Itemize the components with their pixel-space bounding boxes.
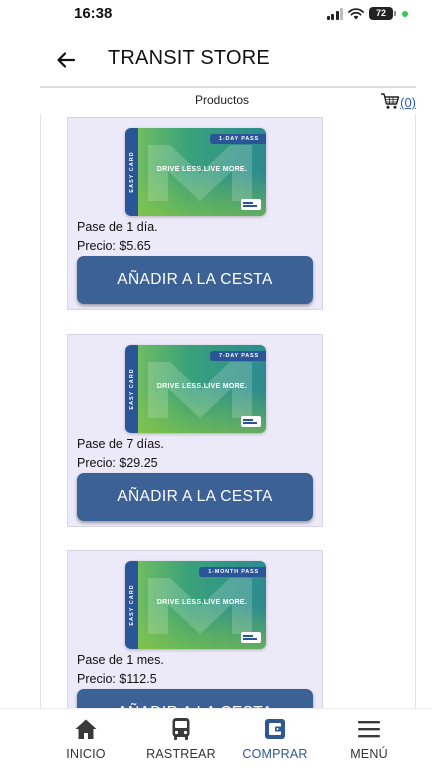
pass-type-label: 7-DAY PASS <box>210 351 266 361</box>
pass-side-text: EASY CARD <box>128 368 135 410</box>
wifi-icon <box>348 7 364 19</box>
pass-side-stripe: EASY CARD <box>125 561 138 649</box>
pass-slogan: DRIVE LESS.LIVE MORE. <box>156 166 248 173</box>
product-price: Precio: $29.25 <box>77 456 158 470</box>
cart-link[interactable]: (0) <box>380 92 416 110</box>
product-card-1-day: EASY CARD 1-DAY PASS DRIVE LESS.LIVE MOR… <box>67 117 323 310</box>
nav-item-inicio[interactable]: INICIO <box>38 717 134 761</box>
cart-count: (0) <box>400 95 416 110</box>
pass-side-stripe: EASY CARD <box>125 345 138 433</box>
product-price: Precio: $5.65 <box>77 239 151 253</box>
product-price: Precio: $112.5 <box>77 672 157 686</box>
product-name: Pase de 1 día. <box>77 220 158 234</box>
product-card-1-month: EASY CARD 1-MONTH PASS DRIVE LESS.LIVE M… <box>67 550 323 708</box>
transit-logo-icon <box>241 632 261 643</box>
m-logo-graphic <box>148 362 252 418</box>
camera-indicator-dot <box>402 10 408 17</box>
product-list[interactable]: EASY CARD 1-DAY PASS DRIVE LESS.LIVE MOR… <box>40 114 416 708</box>
product-card-7-day: EASY CARD 7-DAY PASS DRIVE LESS.LIVE MOR… <box>67 334 323 527</box>
pass-side-stripe: EASY CARD <box>125 128 138 216</box>
nav-item-menu[interactable]: MENÚ <box>321 717 417 761</box>
back-arrow-icon[interactable] <box>52 46 80 74</box>
pass-card-image: EASY CARD 1-MONTH PASS DRIVE LESS.LIVE M… <box>125 561 266 649</box>
pass-side-text: EASY CARD <box>128 151 135 193</box>
pass-side-text: EASY CARD <box>128 584 135 626</box>
products-subheader: Productos (0) <box>40 88 416 114</box>
nav-item-rastrear[interactable]: RASTREAR <box>133 717 229 761</box>
page-title: TRANSIT STORE <box>108 47 270 69</box>
status-icons: 72 <box>326 7 408 20</box>
nav-label-menu: MENÚ <box>350 747 388 761</box>
battery-icon: 72 <box>369 7 396 20</box>
m-logo-graphic <box>148 578 252 634</box>
pass-card-image: EASY CARD 7-DAY PASS DRIVE LESS.LIVE MOR… <box>125 345 266 433</box>
nav-label-comprar: COMPRAR <box>242 747 308 761</box>
transit-logo-icon <box>241 416 261 427</box>
product-name: Pase de 7 días. <box>77 437 164 451</box>
add-to-cart-button[interactable]: AÑADIR A LA CESTA <box>77 473 313 521</box>
status-bar: 16:38 72 <box>0 0 432 30</box>
add-to-cart-button[interactable]: AÑADIR A LA CESTA <box>77 689 313 708</box>
m-logo-graphic <box>148 145 252 201</box>
cellular-signal-icon <box>326 7 343 20</box>
transit-logo-icon <box>241 199 261 210</box>
pass-slogan: DRIVE LESS.LIVE MORE. <box>156 599 248 606</box>
bus-icon <box>172 718 190 740</box>
app-header: TRANSIT STORE <box>0 30 432 86</box>
product-name: Pase de 1 mes. <box>77 653 164 667</box>
menu-icon <box>358 721 380 738</box>
pass-type-label: 1-MONTH PASS <box>199 567 266 577</box>
nav-label-rastrear: RASTREAR <box>146 747 216 761</box>
pass-type-label: 1-DAY PASS <box>210 134 266 144</box>
bottom-nav: INICIO RASTREAR COMPRAR MENÚ <box>0 708 432 768</box>
nav-label-inicio: INICIO <box>66 747 106 761</box>
shopping-cart-icon <box>381 93 400 109</box>
home-icon <box>75 719 97 739</box>
subheader-title: Productos <box>194 93 250 107</box>
add-to-cart-button[interactable]: AÑADIR A LA CESTA <box>77 256 313 304</box>
pass-card-image: EASY CARD 1-DAY PASS DRIVE LESS.LIVE MOR… <box>125 128 266 216</box>
wallet-icon <box>265 719 285 739</box>
status-time: 16:38 <box>74 5 113 22</box>
nav-item-comprar[interactable]: COMPRAR <box>227 717 323 761</box>
pass-slogan: DRIVE LESS.LIVE MORE. <box>156 383 248 390</box>
